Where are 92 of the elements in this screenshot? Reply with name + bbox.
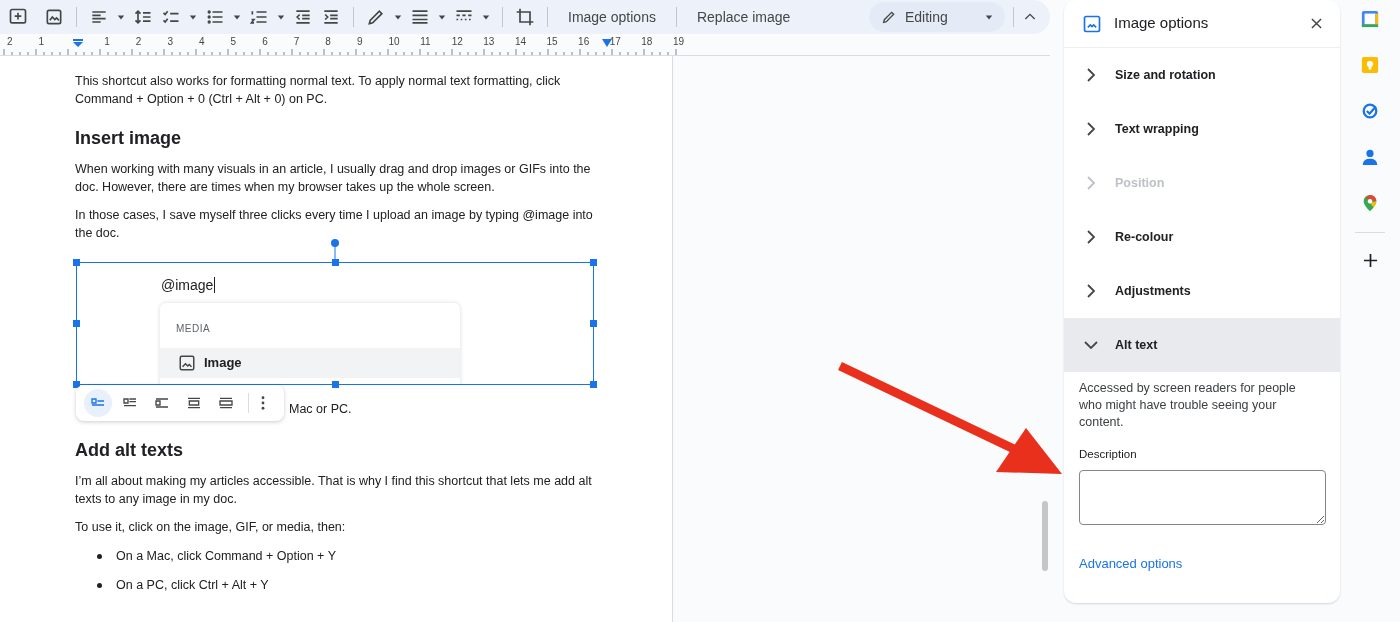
- pencil-icon: [881, 9, 897, 25]
- caret-icon[interactable]: [394, 13, 402, 21]
- caret-icon[interactable]: [438, 13, 446, 21]
- wrap-mode-icon: [218, 395, 234, 411]
- resize-handle[interactable]: [590, 381, 597, 388]
- ruler-number: 14: [514, 36, 527, 47]
- replace-image-button[interactable]: Replace image: [688, 6, 799, 28]
- bulleted-list-icon[interactable]: [205, 7, 225, 27]
- image-icon: [178, 354, 196, 372]
- add-icon[interactable]: [1362, 253, 1378, 268]
- selected-image[interactable]: @image MEDIA Image: [76, 262, 594, 385]
- indent-marker-icon[interactable]: [73, 39, 83, 47]
- caret-icon[interactable]: [277, 13, 285, 21]
- ruler-number: 7: [293, 36, 300, 47]
- image-icon[interactable]: [44, 7, 64, 27]
- image-menu-item: Image: [160, 348, 460, 378]
- ruler-number: 11: [420, 36, 431, 47]
- paragraph: Mac or PC.: [289, 401, 353, 418]
- menu-heading: MEDIA: [175, 322, 212, 336]
- ruler-number: 15: [546, 36, 558, 47]
- tasks-icon[interactable]: [1361, 102, 1379, 120]
- field-label: Description: [1079, 447, 1138, 463]
- increase-indent-icon[interactable]: [321, 7, 341, 27]
- paragraph: This shortcut also works for formatting normal text. To apply normal text formatting, click Command + Option + 0 (Ctrl + Alt + 0) on PC.: [75, 73, 562, 108]
- more-icon[interactable]: [261, 396, 265, 410]
- ruler-number: 4: [198, 36, 205, 47]
- panel-title: Image options: [1114, 13, 1210, 34]
- resize-handle[interactable]: [590, 320, 597, 327]
- ruler-number: 9: [356, 36, 363, 47]
- map-pin-icon[interactable]: [1361, 194, 1379, 212]
- ruler-number: 5: [230, 36, 237, 47]
- typed-text: @image: [161, 277, 216, 293]
- list-item: On a PC, click Ctrl + Alt + Y: [116, 577, 269, 594]
- image-options-button[interactable]: Image options: [560, 6, 664, 28]
- ruler-number: 2: [7, 36, 13, 47]
- ruler-number: 1: [38, 36, 45, 47]
- ruler-number: 1: [104, 36, 110, 47]
- caret-icon[interactable]: [233, 13, 241, 21]
- border-weight-icon[interactable]: [410, 7, 430, 27]
- resize-handle[interactable]: [73, 320, 80, 327]
- section-header[interactable]: Alt text: [1064, 318, 1340, 373]
- scrollbar-thumb[interactable]: [1042, 501, 1048, 571]
- ruler-number: 17: [609, 36, 621, 47]
- ruler-number: 19: [672, 36, 684, 47]
- caret-icon[interactable]: [189, 13, 197, 21]
- list-item: On a Mac, click Command + Option + Y: [116, 548, 336, 565]
- decrease-indent-icon[interactable]: [293, 7, 313, 27]
- resize-handle[interactable]: [73, 381, 80, 388]
- ruler-number: 18: [641, 36, 653, 47]
- add-comment-icon[interactable]: [8, 7, 28, 27]
- bullet-icon: [97, 553, 102, 559]
- paragraph: When working with many visuals in an article, I usually drag and drop images or GIFs into the doc. However, there are times when my browser takes up the whole screen.: [75, 161, 592, 196]
- paragraph: In those cases, I save myself three clicks every time I upload an image by typing @image into the doc.: [75, 207, 594, 242]
- ruler-number: 13: [483, 36, 495, 47]
- editing-mode-dropdown[interactable]: Editing: [869, 2, 1005, 32]
- paragraph: I’m all about making my articles accessible. That is why I find this shortcut that lets me add alt texts to any image in my doc.: [75, 473, 593, 508]
- line-spacing-icon[interactable]: [133, 7, 153, 27]
- paragraph: To use it, click on the image, GIF, or media, then:: [75, 519, 347, 536]
- resize-handle[interactable]: [332, 381, 339, 388]
- section-header[interactable]: Re-colour: [1064, 210, 1340, 265]
- help-text: Accessed by screen readers for people who might have trouble seeing your content.: [1079, 380, 1297, 432]
- resize-handle[interactable]: [73, 259, 80, 266]
- wrap-mode-icon: [186, 395, 202, 411]
- calendar-icon[interactable]: [1361, 10, 1379, 28]
- ruler-number: 12: [451, 36, 463, 47]
- caret-icon[interactable]: [985, 13, 993, 21]
- ruler-number: 16: [578, 36, 590, 47]
- caret-icon[interactable]: [482, 13, 490, 21]
- caret-icon[interactable]: [117, 13, 125, 21]
- advanced-options-link[interactable]: Advanced options: [1079, 553, 1325, 573]
- wrap-mode-icon: [154, 395, 170, 411]
- ruler-number: 3: [167, 36, 173, 47]
- section-header[interactable]: Size and rotation: [1064, 48, 1340, 103]
- bullet-icon: [97, 582, 102, 588]
- heading: Add alt texts: [75, 439, 185, 462]
- rotate-handle[interactable]: [331, 239, 339, 261]
- description-field[interactable]: [1079, 469, 1326, 525]
- section-header[interactable]: Adjustments: [1064, 264, 1340, 319]
- indent-marker-icon[interactable]: [602, 39, 612, 47]
- close-icon[interactable]: [1311, 18, 1322, 30]
- resize-handle[interactable]: [332, 259, 339, 266]
- crop-icon[interactable]: [515, 7, 535, 27]
- resize-handle[interactable]: [590, 259, 597, 266]
- ruler-number: 10: [388, 36, 400, 47]
- heading: Insert image: [75, 127, 183, 150]
- ruler-number: 2: [135, 36, 142, 47]
- image-icon: [1082, 13, 1102, 34]
- pencil-icon[interactable]: [366, 7, 386, 27]
- section-header[interactable]: Text wrapping: [1064, 102, 1340, 157]
- person-icon[interactable]: [1361, 148, 1379, 166]
- ruler-number: 8: [325, 36, 331, 47]
- ruler-number: 6: [262, 36, 268, 47]
